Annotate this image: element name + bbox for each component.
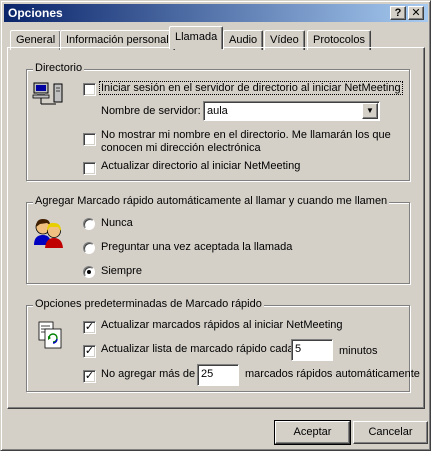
update-directory-label: Actualizar directorio al iniciar NetMeet…: [101, 160, 301, 172]
options-dialog: Opciones ? ✕ General Información persona…: [0, 0, 431, 451]
minutes-unit-label: minutos: [339, 345, 378, 357]
update-speeddial-checkbox[interactable]: ✓: [83, 321, 96, 334]
title-bar[interactable]: Opciones ? ✕: [4, 4, 428, 22]
hide-name-checkbox[interactable]: [83, 133, 96, 146]
people-icon: [34, 219, 63, 248]
refresh-document-icon: [38, 321, 62, 349]
radio-selected-dot: [87, 270, 91, 274]
speeddial-legend: Opciones predeterminadas de Marcado rápi…: [33, 298, 264, 310]
update-speeddial-label: Actualizar marcados rápidos al iniciar N…: [101, 319, 343, 331]
directory-legend: Directorio: [33, 62, 85, 74]
autodial-legend: Agregar Marcado rápido automáticamente a…: [33, 195, 390, 207]
server-name-label: Nombre de servidor:: [101, 105, 201, 117]
radio-always-label: Siempre: [101, 265, 142, 277]
hide-name-label-line1: No mostrar mi nombre en el directorio. M…: [101, 129, 391, 141]
window-title: Opciones: [8, 6, 63, 20]
radio-ask-label: Preguntar una vez aceptada la llamada: [101, 241, 293, 253]
tab-call[interactable]: Llamada: [169, 26, 224, 49]
radio-always[interactable]: [83, 266, 95, 278]
directory-group: Directorio Iniciar sesión en el servidor…: [26, 62, 410, 181]
update-list-label: Actualizar lista de marcado rápido cada: [101, 343, 294, 355]
update-directory-checkbox[interactable]: [83, 162, 96, 175]
speeddial-group: Opciones predeterminadas de Marcado rápi…: [26, 298, 420, 392]
update-list-checkbox[interactable]: ✓: [83, 345, 96, 358]
login-directory-checkbox[interactable]: [83, 83, 96, 96]
server-name-value: aula: [207, 105, 228, 117]
cancel-button[interactable]: Cancelar: [353, 421, 428, 444]
update-minutes-input[interactable]: 5: [291, 339, 333, 361]
autodial-group: Agregar Marcado rápido automáticamente a…: [26, 195, 410, 284]
server-name-combobox[interactable]: aula ▼: [203, 101, 380, 121]
login-directory-label: Iniciar sesión en el servidor de directo…: [99, 81, 403, 95]
help-button[interactable]: ?: [390, 6, 406, 20]
max-entries-label: No agregar más de: [101, 368, 196, 380]
max-entries-input[interactable]: 25: [197, 364, 239, 386]
radio-never[interactable]: [83, 218, 95, 230]
tab-panel-call: Directorio Iniciar sesión en el servidor…: [7, 47, 425, 409]
network-computer-icon: [32, 82, 63, 105]
chevron-down-icon[interactable]: ▼: [362, 103, 378, 119]
max-entries-suffix: marcados rápidos automáticamente: [245, 368, 420, 380]
max-entries-checkbox[interactable]: ✓: [83, 370, 96, 383]
close-button[interactable]: ✕: [408, 6, 424, 20]
radio-ask[interactable]: [83, 242, 95, 254]
hide-name-label-line2: conocen mi dirección electrónica: [101, 142, 261, 154]
radio-never-label: Nunca: [101, 217, 133, 229]
accept-button[interactable]: Aceptar: [274, 420, 351, 445]
